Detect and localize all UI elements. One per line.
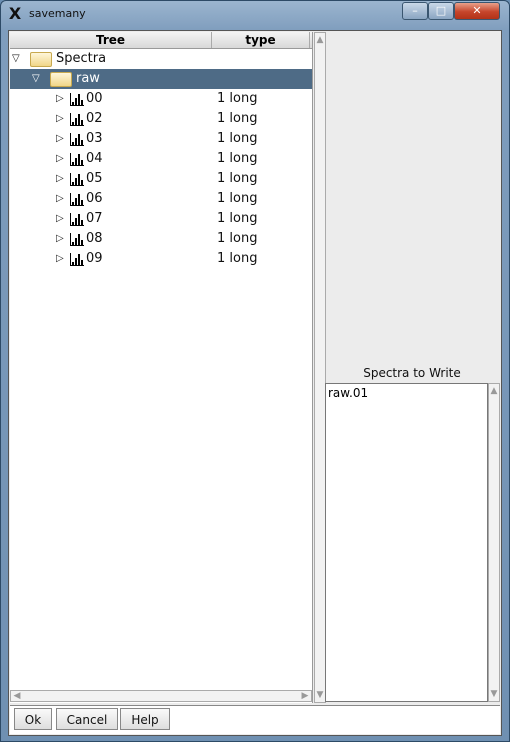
tree-panel: Tree type ▽ Spectra ▽ raw ▷ 00 1 long ▷ 02 1 … xyxy=(10,32,326,703)
spectrum-icon xyxy=(70,93,84,106)
ok-button[interactable]: Ok xyxy=(14,708,52,730)
spectrum-icon xyxy=(70,113,84,126)
spectrum-icon xyxy=(70,213,84,226)
spectrum-icon xyxy=(70,153,84,166)
tree-item-spectrum[interactable]: ▷ 00 1 long xyxy=(10,89,312,109)
help-button[interactable]: Help xyxy=(120,708,170,730)
tree-item-label: 07 xyxy=(86,211,103,226)
close-button[interactable]: ✕ xyxy=(454,2,500,20)
tree-item-type: 1 long xyxy=(217,211,258,226)
folder-icon xyxy=(30,52,52,67)
expand-arrow-icon[interactable]: ▷ xyxy=(56,149,64,169)
spectra-to-write-list[interactable]: raw.01 xyxy=(325,383,488,702)
right-panel: Spectra to Write raw.01 ▲ ▼ xyxy=(323,32,501,703)
cancel-button[interactable]: Cancel xyxy=(56,708,118,730)
spectrum-icon xyxy=(70,233,84,246)
tree-item-label: 09 xyxy=(86,251,103,266)
expand-arrow-icon[interactable]: ▷ xyxy=(56,209,64,229)
tree-item-label: 04 xyxy=(86,151,103,166)
tree-item-spectrum[interactable]: ▷ 05 1 long xyxy=(10,169,312,189)
tree-header: Tree type xyxy=(10,32,312,49)
collapse-arrow-icon[interactable]: ▽ xyxy=(32,69,40,89)
savemany-window: X savemany – □ ✕ Tree type ▽ Spectra ▽ r… xyxy=(0,0,510,742)
tree-node-raw[interactable]: ▽ raw xyxy=(10,69,312,89)
folder-icon xyxy=(50,72,72,87)
expand-arrow-icon[interactable]: ▷ xyxy=(56,89,64,109)
tree-node-label: raw xyxy=(76,71,100,86)
tree-item-spectrum[interactable]: ▷ 06 1 long xyxy=(10,189,312,209)
expand-arrow-icon[interactable]: ▷ xyxy=(56,109,64,129)
spectrum-icon xyxy=(70,173,84,186)
expand-arrow-icon[interactable]: ▷ xyxy=(56,129,64,149)
tree-item-label: 06 xyxy=(86,191,103,206)
tree-item-label: 05 xyxy=(86,171,103,186)
tree-item-spectrum[interactable]: ▷ 09 1 long xyxy=(10,249,312,269)
list-item[interactable]: raw.01 xyxy=(328,386,368,400)
maximize-button[interactable]: □ xyxy=(428,2,454,20)
tree-item-label: 02 xyxy=(86,111,103,126)
tree-item-type: 1 long xyxy=(217,111,258,126)
window-title: savemany xyxy=(29,7,86,20)
spectrum-icon xyxy=(70,133,84,146)
scroll-down-arrow-icon[interactable]: ▼ xyxy=(489,689,499,699)
spectrum-icon xyxy=(70,193,84,206)
minimize-button[interactable]: – xyxy=(402,2,428,20)
tree-item-type: 1 long xyxy=(217,91,258,106)
tree-item-spectrum[interactable]: ▷ 02 1 long xyxy=(10,109,312,129)
x11-icon: X xyxy=(8,4,22,23)
tree-item-type: 1 long xyxy=(217,151,258,166)
collapse-arrow-icon[interactable]: ▽ xyxy=(12,49,20,69)
tree-item-label: 08 xyxy=(86,231,103,246)
dialog-body: Tree type ▽ Spectra ▽ raw ▷ 00 1 long ▷ 02 1 … xyxy=(8,30,502,736)
tree-horizontal-scrollbar[interactable]: ◀ ▶ xyxy=(10,690,312,702)
scroll-right-arrow-icon[interactable]: ▶ xyxy=(300,691,310,701)
tree-item-spectrum[interactable]: ▷ 08 1 long xyxy=(10,229,312,249)
expand-arrow-icon[interactable]: ▷ xyxy=(56,249,64,269)
expand-arrow-icon[interactable]: ▷ xyxy=(56,229,64,249)
tree-item-type: 1 long xyxy=(217,251,258,266)
spectra-to-write-label: Spectra to Write xyxy=(363,366,461,380)
scroll-left-arrow-icon[interactable]: ◀ xyxy=(12,691,22,701)
tree-item-type: 1 long xyxy=(217,171,258,186)
tree-item-label: 00 xyxy=(86,91,103,106)
tree-item-spectrum[interactable]: ▷ 03 1 long xyxy=(10,129,312,149)
tree-item-type: 1 long xyxy=(217,231,258,246)
tree-item-type: 1 long xyxy=(217,191,258,206)
column-header-tree[interactable]: Tree xyxy=(10,32,212,48)
tree-item-spectrum[interactable]: ▷ 04 1 long xyxy=(10,149,312,169)
tree-item-type: 1 long xyxy=(217,131,258,146)
tree-node-spectra[interactable]: ▽ Spectra xyxy=(10,49,312,69)
scroll-up-arrow-icon[interactable]: ▲ xyxy=(489,386,499,396)
tree-item-spectrum[interactable]: ▷ 07 1 long xyxy=(10,209,312,229)
expand-arrow-icon[interactable]: ▷ xyxy=(56,189,64,209)
tree-item-label: 03 xyxy=(86,131,103,146)
expand-arrow-icon[interactable]: ▷ xyxy=(56,169,64,189)
list-vertical-scrollbar[interactable]: ▲ ▼ xyxy=(488,383,500,702)
spectrum-icon xyxy=(70,253,84,266)
tree-node-label: Spectra xyxy=(56,51,107,66)
button-bar: Ok Cancel Help xyxy=(10,705,500,734)
column-header-type[interactable]: type xyxy=(212,32,310,48)
title-bar[interactable]: X savemany – □ ✕ xyxy=(1,1,509,27)
